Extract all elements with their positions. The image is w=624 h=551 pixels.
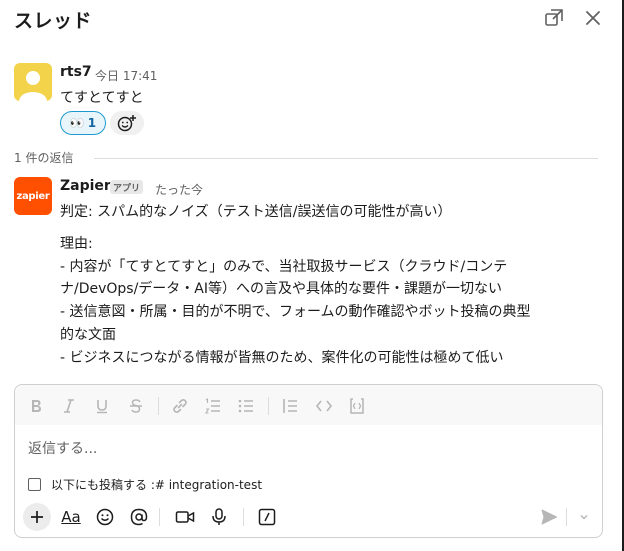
open-in-new-window-button[interactable]: [541, 5, 567, 31]
toolbar-divider: [159, 508, 160, 526]
emoji-button[interactable]: [91, 503, 119, 531]
bulleted-list-button[interactable]: [235, 395, 257, 417]
attach-button[interactable]: [23, 503, 51, 531]
link-button[interactable]: [169, 395, 191, 417]
popout-icon: [545, 9, 563, 26]
add-emoji-icon: [117, 115, 136, 132]
mention-button[interactable]: [125, 503, 153, 531]
italic-button[interactable]: [58, 395, 80, 417]
at-sign-icon: [130, 508, 148, 526]
underline-icon: [97, 400, 107, 414]
microphone-icon: [212, 508, 226, 525]
italic-icon: [64, 399, 74, 413]
ordered-list-button[interactable]: [202, 395, 224, 417]
send-button[interactable]: [535, 503, 563, 531]
message-line: 的な文面: [60, 327, 116, 343]
code-block-button[interactable]: [346, 395, 368, 417]
thread-title: スレッド: [14, 10, 93, 32]
bulleted-list-icon: [238, 399, 253, 413]
send-options-button[interactable]: [570, 503, 598, 531]
message-line: 理由:: [60, 236, 93, 252]
user-avatar-icon: [19, 71, 47, 101]
also-post-label[interactable]: 以下にも投稿する :# integration-test: [51, 476, 262, 493]
also-post-checkbox[interactable]: [28, 477, 41, 491]
author-name[interactable]: Zapier: [60, 178, 111, 194]
message-line: ナ/DevOps/データ・AI等）への言及や具体的な要件・課題が一切ない: [60, 281, 503, 297]
link-icon: [173, 399, 187, 413]
reply-count-label: 1 件の返信: [14, 149, 82, 166]
also-post-option: 以下にも投稿する :# integration-test: [28, 475, 262, 493]
underline-button[interactable]: [91, 395, 113, 417]
add-reaction-button[interactable]: [110, 111, 144, 135]
message-timestamp[interactable]: たった今: [155, 181, 203, 198]
message-line: 判定: スパム的なノイズ（テスト送信/誤送信の可能性が高い）: [60, 204, 452, 220]
avatar-rts7[interactable]: [14, 63, 52, 101]
strikethrough-button[interactable]: [125, 395, 147, 417]
eyes-emoji-icon: 👀: [69, 116, 85, 130]
strikethrough-icon: [130, 399, 142, 413]
toolbar-divider: [158, 397, 159, 415]
message-text: てすとてすと: [60, 90, 144, 106]
bold-icon: [32, 400, 41, 412]
chevron-down-icon: [580, 515, 588, 520]
code-block-icon: [350, 398, 364, 414]
plus-icon: [31, 511, 43, 523]
reaction-count: 1: [87, 116, 97, 130]
toolbar-divider: [268, 397, 269, 415]
avatar-zapier[interactable]: zapier: [14, 177, 52, 215]
toolbar-divider: [566, 508, 567, 526]
video-clip-button[interactable]: [171, 503, 199, 531]
thread-header: スレッド: [0, 0, 622, 38]
app-badge: アプリ: [110, 180, 144, 194]
blockquote-icon: [283, 399, 297, 413]
toolbar-divider: [243, 508, 244, 526]
divider-line: [94, 158, 598, 159]
emoji-icon: [96, 508, 114, 526]
reaction-eyes[interactable]: 👀 1: [60, 111, 106, 135]
close-button[interactable]: [580, 5, 606, 31]
send-icon: [541, 509, 557, 525]
ordered-list-icon: [205, 397, 220, 414]
formatting-toolbar: [15, 385, 602, 425]
message-line: - 内容が「てすとてすと」のみで、当社取扱サービス（クラウド/コンテ: [60, 259, 508, 275]
blockquote-button[interactable]: [279, 395, 301, 417]
reply-composer: 返信する... 以下にも投稿する :# integration-test Aa: [14, 384, 603, 538]
code-button[interactable]: [313, 395, 335, 417]
video-camera-icon: [175, 511, 195, 523]
formatting-toggle-button[interactable]: Aa: [57, 503, 85, 531]
message-line: - 送信意図・所属・目的が不明で、フォームの動作確認やボット投稿の典型: [60, 304, 531, 320]
bold-button[interactable]: [25, 395, 47, 417]
slash-command-icon: [258, 508, 276, 526]
author-name[interactable]: rts7: [60, 64, 92, 80]
format-text-label: Aa: [61, 508, 81, 526]
code-icon: [315, 400, 333, 412]
shortcuts-button[interactable]: [253, 503, 281, 531]
message-timestamp[interactable]: 今日 17:41: [95, 67, 157, 84]
message-line: - ビジネスにつながる情報が皆無のため、案件化の可能性は極めて低い: [60, 350, 504, 366]
reply-input[interactable]: 返信する...: [28, 438, 97, 458]
close-icon: [586, 11, 600, 25]
replies-divider: 1 件の返信: [14, 148, 598, 168]
zapier-logo: zapier: [16, 190, 50, 202]
audio-clip-button[interactable]: [205, 503, 233, 531]
